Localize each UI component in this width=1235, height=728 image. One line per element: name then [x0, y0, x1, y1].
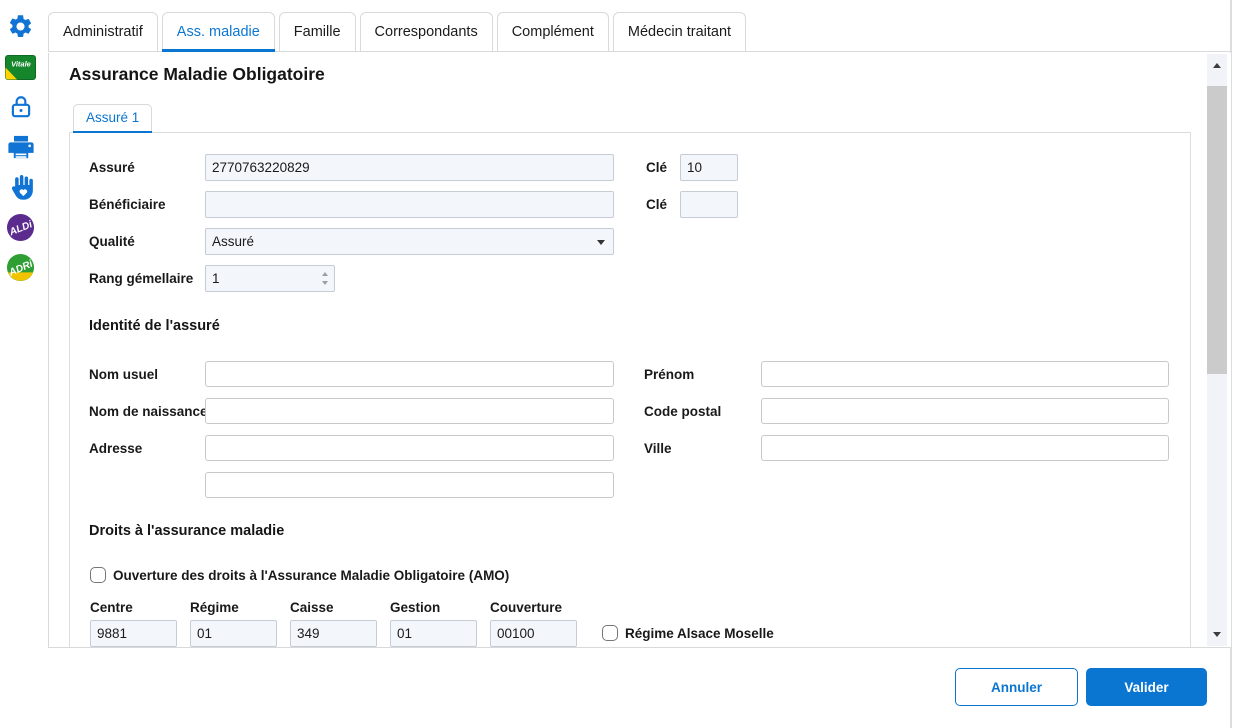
- ass-maladie-panel: Assurance Maladie Obligatoire Assuré 1 A…: [48, 53, 1231, 648]
- couverture-label: Couverture: [490, 599, 562, 617]
- vertical-scrollbar[interactable]: [1207, 54, 1227, 646]
- vitale-card-button[interactable]: Vitale: [5, 55, 36, 80]
- main-tabbar: Administratif Ass. maladie Famille Corre…: [48, 12, 1231, 52]
- adresse2-input[interactable]: [205, 472, 614, 498]
- qualite-label: Qualité: [89, 228, 135, 255]
- nom-naissance-label: Nom de naissance: [89, 398, 208, 425]
- prenom-label: Prénom: [644, 361, 694, 388]
- hand-heart-icon: [7, 191, 37, 206]
- lock-icon: [8, 109, 34, 124]
- tab-ass-maladie[interactable]: Ass. maladie: [162, 12, 275, 51]
- regime-input[interactable]: [190, 620, 277, 647]
- scroll-down-icon[interactable]: [1213, 632, 1221, 637]
- scrollbar-thumb[interactable]: [1207, 86, 1227, 374]
- nom-naissance-input[interactable]: [205, 398, 614, 424]
- centre-input[interactable]: [90, 620, 177, 647]
- rang-gemellaire-stepper[interactable]: 1: [205, 265, 335, 292]
- assure-input[interactable]: [205, 154, 614, 181]
- adresse-input[interactable]: [205, 435, 614, 461]
- dropdown-caret-icon: [597, 240, 605, 245]
- subtab-assure-1[interactable]: Assuré 1: [73, 104, 152, 132]
- gear-icon: [7, 28, 34, 43]
- validate-button[interactable]: Valider: [1086, 668, 1207, 706]
- page-title: Assurance Maladie Obligatoire: [69, 64, 325, 85]
- tab-correspondants[interactable]: Correspondants: [360, 12, 493, 51]
- nom-usuel-input[interactable]: [205, 361, 614, 387]
- centre-label: Centre: [90, 599, 133, 617]
- amo-checkbox-label: Ouverture des droits à l'Assurance Malad…: [113, 568, 509, 583]
- beneficiaire-label: Bénéficiaire: [89, 191, 166, 218]
- tab-medecin-traitant[interactable]: Médecin traitant: [613, 12, 746, 51]
- tab-administratif[interactable]: Administratif: [48, 12, 158, 51]
- cancel-button[interactable]: Annuler: [955, 668, 1078, 706]
- beneficiaire-input[interactable]: [205, 191, 614, 218]
- tab-famille[interactable]: Famille: [279, 12, 356, 51]
- assure-label: Assuré: [89, 154, 135, 181]
- code-postal-input[interactable]: [761, 398, 1169, 424]
- vitale-card-icon: Vitale: [5, 68, 36, 83]
- scroll-up-icon[interactable]: [1213, 63, 1221, 68]
- gestion-input[interactable]: [390, 620, 477, 647]
- cle1-input[interactable]: [680, 154, 738, 181]
- cle2-input[interactable]: [680, 191, 738, 218]
- printer-icon: [7, 149, 35, 164]
- caisse-input[interactable]: [290, 620, 377, 647]
- alsace-moselle-checkbox-label: Régime Alsace Moselle: [625, 626, 774, 641]
- cle1-label: Clé: [646, 154, 667, 181]
- prenom-input[interactable]: [761, 361, 1169, 387]
- adri-service-button[interactable]: ADRi: [6, 253, 35, 282]
- spinner-up-icon[interactable]: [322, 272, 328, 276]
- aldi-icon: ALDi: [6, 230, 35, 245]
- adresse-label: Adresse: [89, 435, 142, 462]
- regime-label: Régime: [190, 599, 239, 617]
- cle2-label: Clé: [646, 191, 667, 218]
- caisse-label: Caisse: [290, 599, 334, 617]
- droits-section-title: Droits à l'assurance maladie: [89, 523, 284, 539]
- rang-gemellaire-value: 1: [212, 271, 220, 286]
- nom-usuel-label: Nom usuel: [89, 361, 158, 388]
- code-postal-label: Code postal: [644, 398, 721, 425]
- lock-button[interactable]: [8, 93, 34, 121]
- spinner-down-icon[interactable]: [322, 281, 328, 285]
- settings-button[interactable]: [7, 13, 34, 40]
- qualite-select[interactable]: Assuré: [205, 228, 614, 255]
- couverture-input[interactable]: [490, 620, 577, 647]
- vitale-label: Vitale: [11, 60, 31, 69]
- tab-complement[interactable]: Complément: [497, 12, 609, 51]
- adri-icon: ADRi: [6, 270, 35, 285]
- identite-section-title: Identité de l'assuré: [89, 318, 220, 334]
- rang-gemellaire-label: Rang gémellaire: [89, 265, 193, 292]
- qualite-selected-value: Assuré: [212, 234, 254, 249]
- amo-checkbox[interactable]: [90, 567, 106, 583]
- ville-input[interactable]: [761, 435, 1169, 461]
- alsace-moselle-checkbox[interactable]: [602, 625, 618, 641]
- hand-button[interactable]: [7, 172, 37, 203]
- ville-label: Ville: [644, 435, 672, 462]
- print-button[interactable]: [7, 133, 35, 161]
- aldi-service-button[interactable]: ALDi: [6, 213, 35, 242]
- gestion-label: Gestion: [390, 599, 440, 617]
